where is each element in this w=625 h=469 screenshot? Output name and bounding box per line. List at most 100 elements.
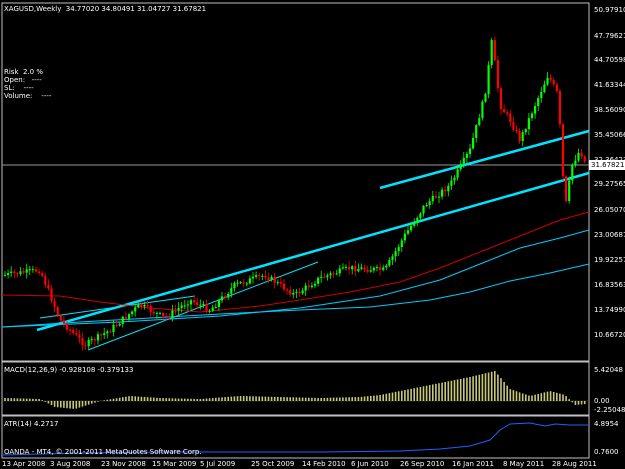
macd-bar	[314, 397, 316, 401]
candle-body	[137, 304, 140, 308]
macd-bar	[56, 401, 59, 408]
candle-body	[7, 273, 10, 275]
macd-bar	[128, 396, 130, 401]
macd-bar	[379, 394, 381, 401]
macd-bar	[357, 397, 360, 401]
macd-bar	[63, 401, 65, 408]
candle-body	[127, 314, 131, 319]
candle-body	[121, 316, 124, 324]
price-candles[interactable]	[3, 36, 586, 351]
candle-body	[375, 266, 379, 268]
candle-body	[580, 152, 583, 157]
candle-body	[41, 273, 44, 276]
candle-body	[199, 304, 202, 306]
candle-body	[211, 307, 214, 311]
candle-body	[307, 285, 310, 288]
macd-bar	[481, 374, 484, 401]
candle-body	[65, 323, 69, 330]
macd-bar	[525, 394, 527, 401]
candle-body	[431, 195, 434, 202]
time-tick: 3 Aug 2008	[50, 460, 91, 468]
candle-body	[112, 325, 115, 333]
macd-bar	[404, 390, 406, 401]
macd-bar	[320, 397, 322, 401]
macd-bar	[7, 398, 9, 401]
candle-body	[81, 338, 84, 346]
candle-body	[385, 265, 388, 268]
price-tick: 29.27565	[594, 180, 625, 188]
macd-bar	[410, 388, 412, 401]
macd-bar	[19, 398, 22, 401]
candle-body	[425, 205, 428, 207]
atr-label: ATR(14) 4.2717	[4, 420, 59, 428]
candle-body	[84, 345, 87, 347]
time-tick: 15 Mar 2009	[152, 460, 197, 468]
candle-body	[56, 307, 59, 316]
macd-bar	[78, 401, 81, 408]
trend-line-upper-channel[interactable]	[379, 129, 590, 190]
price-tick: 38.56090	[594, 106, 625, 114]
macd-bar	[332, 397, 335, 401]
candle-body	[168, 316, 171, 318]
macd-bar	[94, 401, 96, 403]
macd-bar	[419, 386, 422, 401]
candle-body	[16, 273, 19, 275]
candle-body	[549, 77, 552, 81]
candle-body	[320, 276, 323, 278]
macd-bar	[174, 398, 177, 401]
candle-body	[403, 233, 406, 241]
macd-bar	[559, 393, 561, 401]
macd-bar	[447, 381, 450, 401]
macd-bar	[22, 398, 25, 401]
candle-body	[462, 157, 465, 164]
macd-bar	[112, 398, 115, 401]
macd-bar	[335, 397, 338, 401]
time-tick: 16 Jan 2011	[452, 460, 494, 468]
candle-body	[475, 125, 478, 139]
candle-body	[351, 266, 354, 270]
candle-body	[22, 271, 25, 273]
candle-body	[518, 131, 521, 141]
time-tick: 13 Apr 2008	[2, 460, 46, 468]
moving-average-slow	[1, 263, 590, 328]
macd-bar	[518, 392, 521, 401]
macd-bar	[97, 401, 99, 402]
price-tick: 23.00687	[594, 231, 625, 239]
candle-body	[534, 105, 537, 114]
candle-body	[456, 169, 459, 178]
macd-bar	[441, 382, 443, 401]
time-tick: 6 Jun 2010	[351, 460, 389, 468]
candle-body	[428, 201, 431, 206]
candle-body	[481, 101, 484, 119]
price-tick: 19.92257	[594, 256, 625, 264]
macd-bar	[255, 396, 257, 401]
main-panel-frame	[1, 2, 590, 362]
macd-bar	[413, 388, 415, 401]
macd-bar	[487, 372, 490, 401]
macd-bar	[165, 398, 167, 401]
candle-body	[295, 291, 298, 293]
candle-body	[344, 266, 348, 268]
macd-bar	[280, 397, 282, 401]
macd-bar	[162, 398, 164, 401]
candle-body	[354, 266, 357, 272]
candle-body	[44, 275, 47, 285]
macd-bar	[391, 392, 394, 401]
price-tick: 41.63344	[594, 81, 625, 89]
price-tick: 47.79621	[594, 32, 625, 40]
macd-bar	[140, 396, 143, 401]
macd-bar	[252, 396, 254, 401]
candle-body	[78, 334, 81, 339]
candle-body	[441, 189, 444, 197]
macd-bar	[577, 401, 580, 405]
candle-body	[103, 333, 106, 335]
macd-bar	[543, 392, 546, 401]
macd-bar	[546, 391, 549, 401]
candle-body	[279, 282, 282, 284]
trading-chart[interactable]	[0, 0, 625, 469]
candle-body	[472, 138, 475, 149]
candle-body	[100, 334, 103, 336]
macd-bar	[565, 396, 567, 401]
macd-bar	[453, 380, 456, 401]
macd-bar	[190, 398, 192, 401]
